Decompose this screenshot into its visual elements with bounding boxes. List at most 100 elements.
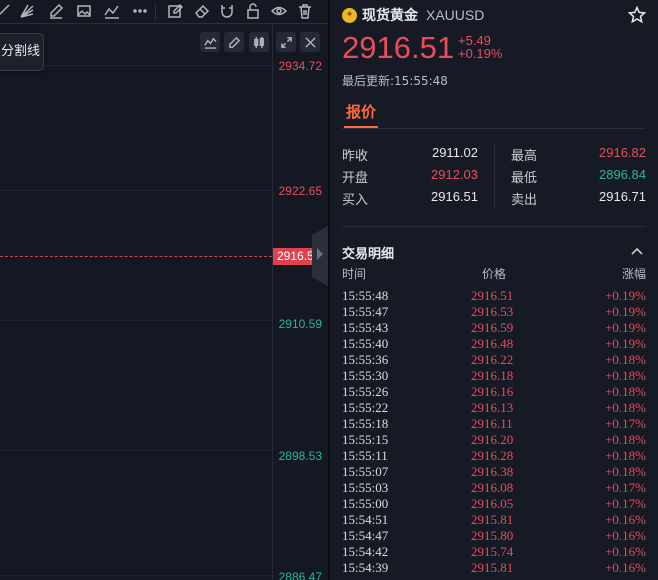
- candles-button[interactable]: [249, 32, 269, 52]
- section-divider: [342, 226, 646, 227]
- gold-coin-icon: ✦: [342, 7, 357, 23]
- trades-header-price: 价格: [482, 267, 507, 281]
- trade-row: 15:55:36 2916.22 +0.18%: [330, 352, 658, 368]
- stat-row: 买入 2916.51 卖出 2916.71: [342, 189, 648, 211]
- price-axis-divider: [272, 25, 273, 580]
- low-label: 最低: [511, 171, 538, 186]
- panel-collapse-handle[interactable]: [312, 226, 328, 286]
- gridline: [0, 190, 272, 191]
- trade-price: 2916.08: [471, 480, 514, 495]
- trade-price: 2916.05: [471, 496, 514, 511]
- price-axis-tick: 2934.72: [278, 59, 322, 73]
- prev-close-label: 昨收: [342, 149, 369, 164]
- edit-note-icon[interactable]: [166, 2, 184, 20]
- price-axis-tick: 2898.53: [278, 449, 322, 463]
- trade-row: 15:54:47 2915.80 +0.16%: [330, 528, 658, 544]
- trade-price: 2915.81: [471, 560, 514, 575]
- candles-icon: [253, 36, 264, 48]
- trade-change: +0.18%: [605, 448, 646, 463]
- trade-price: 2915.81: [471, 512, 514, 527]
- trade-change: +0.17%: [605, 496, 646, 511]
- eye-icon[interactable]: [270, 2, 288, 20]
- favorite-star-icon[interactable]: [627, 5, 647, 24]
- trade-time: 15:55:43: [342, 320, 389, 335]
- trend-icon[interactable]: [103, 2, 121, 20]
- trade-row: 15:55:18 2916.11 +0.17%: [330, 416, 658, 432]
- trade-price: 2916.18: [471, 368, 514, 383]
- trade-row: 15:54:51 2915.81 +0.16%: [330, 512, 658, 528]
- trade-price: 2915.80: [471, 528, 514, 543]
- trade-price: 2916.28: [471, 448, 514, 463]
- gridline: [0, 450, 272, 451]
- expand-button[interactable]: [276, 32, 296, 52]
- fib-tool-icon[interactable]: [18, 2, 36, 20]
- trades-header-change: 涨幅: [621, 267, 646, 281]
- trade-change: +0.18%: [605, 400, 646, 415]
- image-icon[interactable]: [75, 2, 93, 20]
- tab-quote[interactable]: 报价: [346, 101, 376, 122]
- trade-change: +0.19%: [605, 288, 646, 303]
- ask-label: 卖出: [511, 193, 538, 208]
- trade-time: 15:55:15: [342, 432, 389, 447]
- line-tool-icon[interactable]: [0, 2, 12, 20]
- trade-price: 2915.74: [471, 544, 514, 559]
- trade-row: 15:55:03 2916.08 +0.17%: [330, 480, 658, 496]
- trade-change: +0.18%: [605, 368, 646, 383]
- pencil-icon[interactable]: [47, 2, 65, 20]
- trade-price: 2916.16: [471, 384, 514, 399]
- trade-price: 2916.59: [471, 320, 514, 335]
- trade-row: 15:55:07 2916.38 +0.18%: [330, 464, 658, 480]
- trade-time: 15:55:36: [342, 352, 389, 367]
- trash-icon[interactable]: [296, 2, 314, 20]
- stat-row: 昨收 2911.02 最高 2916.82: [342, 145, 648, 167]
- tooltip: 分割线: [0, 33, 44, 71]
- price-axis-tick: 2922.65: [278, 184, 322, 198]
- trade-time: 15:55:03: [342, 480, 389, 495]
- tab-divider: [342, 128, 646, 129]
- close-chart-button[interactable]: [300, 32, 320, 52]
- trade-row: 15:55:22 2916.13 +0.18%: [330, 400, 658, 416]
- trade-time: 15:55:18: [342, 416, 389, 431]
- symbol-code: XAUUSD: [426, 7, 485, 23]
- trade-row: 15:55:00 2916.05 +0.17%: [330, 496, 658, 512]
- indicator-button[interactable]: [200, 32, 220, 52]
- trade-time: 15:55:22: [342, 400, 389, 415]
- trade-time: 15:55:47: [342, 304, 389, 319]
- chart-area[interactable]: 2934.72 2922.65 2910.59 2898.53 2886.47 …: [0, 0, 328, 580]
- trade-row: 15:55:47 2916.53 +0.19%: [330, 304, 658, 320]
- more-icon[interactable]: [131, 2, 149, 20]
- trade-change: +0.18%: [605, 352, 646, 367]
- trade-time: 15:55:00: [342, 496, 389, 511]
- trade-row: 15:55:48 2916.51 +0.19%: [330, 288, 658, 304]
- lock-icon[interactable]: [244, 2, 262, 20]
- trade-row: 15:55:40 2916.48 +0.19%: [330, 336, 658, 352]
- chart-canvas[interactable]: [0, 25, 328, 580]
- open-value: 2912.03: [431, 167, 478, 182]
- trade-row: 15:55:43 2916.59 +0.19%: [330, 320, 658, 336]
- trade-time: 15:54:51: [342, 512, 389, 527]
- eraser-icon[interactable]: [193, 2, 211, 20]
- trade-price: 2916.48: [471, 336, 514, 351]
- symbol-name: 现货黄金: [362, 8, 418, 24]
- close-icon: [304, 36, 316, 48]
- trade-price: 2916.51: [471, 288, 514, 303]
- bid-label: 买入: [342, 193, 369, 208]
- trade-change: +0.17%: [605, 480, 646, 495]
- low-value: 2896.84: [599, 167, 646, 182]
- trades-list[interactable]: 15:55:48 2916.51 +0.19% 15:55:47 2916.53 +0.1…: [330, 288, 658, 580]
- magnet-icon[interactable]: [218, 2, 236, 20]
- trade-change: +0.16%: [605, 560, 646, 575]
- trade-time: 15:55:48: [342, 288, 389, 303]
- gridline: [0, 575, 272, 576]
- trade-change: +0.18%: [605, 384, 646, 399]
- trade-row: 15:55:11 2916.28 +0.18%: [330, 448, 658, 464]
- trade-row: 15:55:30 2916.18 +0.18%: [330, 368, 658, 384]
- draw-icon: [228, 36, 240, 48]
- trade-change: +0.16%: [605, 528, 646, 543]
- trades-header-time: 时间: [342, 267, 367, 281]
- collapse-chevron-up-icon[interactable]: [630, 244, 644, 258]
- quote-panel: ✦ 现货黄金 XAUUSD 2916.51 +5.49 +0.19% 最后更新:…: [330, 0, 658, 580]
- trade-price: 2916.11: [471, 416, 513, 431]
- price-axis-tick: 2886.47: [278, 570, 322, 580]
- draw-button[interactable]: [224, 32, 244, 52]
